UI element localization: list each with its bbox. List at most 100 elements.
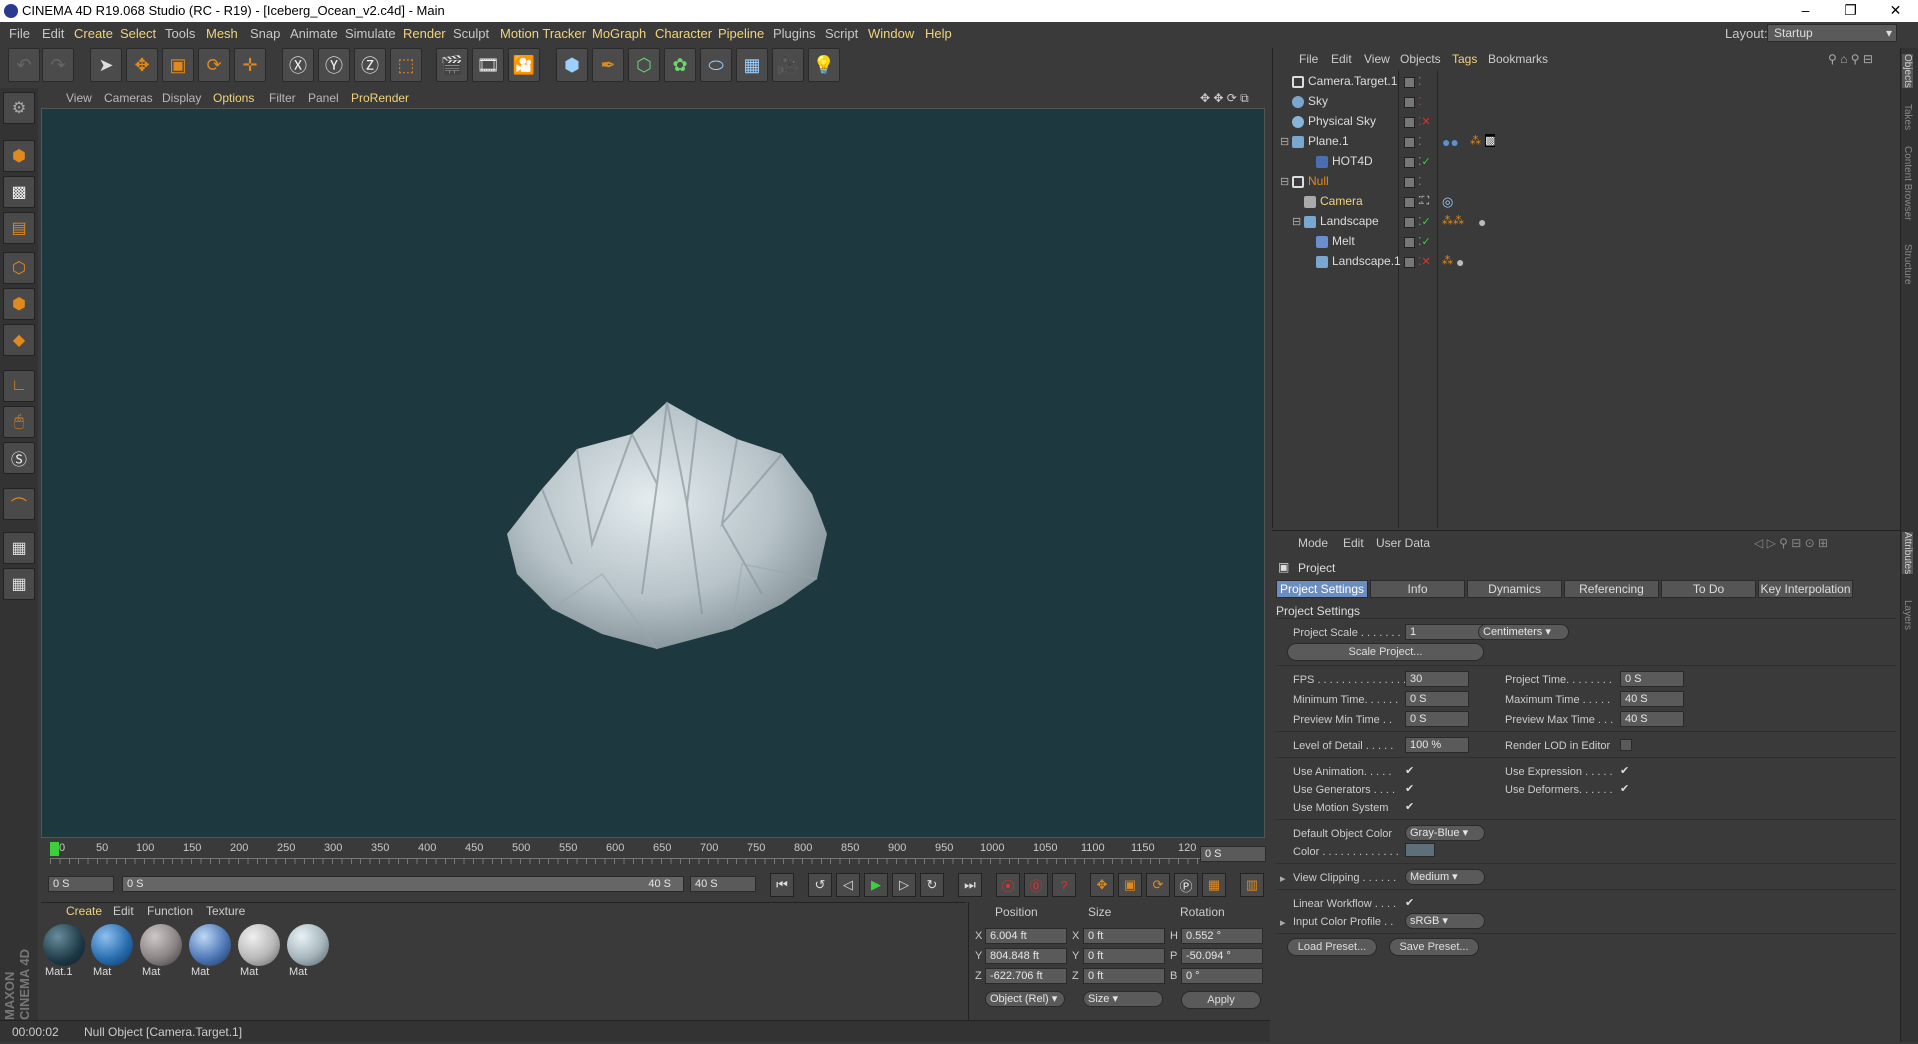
undo-icon[interactable]: ↶ [8,48,40,82]
position-z-field[interactable]: -622.706 ft [985,968,1067,984]
menu-file[interactable]: File [9,26,30,41]
texture-mode-icon[interactable]: ▩ [3,176,35,208]
points-mode-icon[interactable]: ⬡ [3,252,35,284]
coord-mode-select[interactable]: Object (Rel) ▾ [985,991,1065,1007]
object-row[interactable]: Physical Sky ⁚✕ [1280,114,1900,134]
menu-tools[interactable]: Tools [165,26,195,41]
expand-arrow-icon[interactable]: ▸ [1280,872,1286,885]
view-clipping-select[interactable]: Medium ▾ [1405,869,1485,885]
protection-tag-icon[interactable]: ⁚⛶ [1418,194,1429,208]
redo-icon[interactable]: ↷ [42,48,74,82]
search-icon[interactable]: ⚲ ⌂ ⚲ ⊟ [1828,52,1873,66]
pen-icon[interactable]: ✒ [592,48,624,82]
live-selection-icon[interactable]: ✛ [234,48,266,82]
default-color-select[interactable]: Gray-Blue ▾ [1405,825,1485,841]
expand-arrow-icon[interactable]: ▸ [1280,916,1286,929]
mat-menu-create[interactable]: Create [66,904,102,918]
keyframe-selection-icon[interactable]: ? [1052,873,1076,897]
linear-workflow-checkbox[interactable]: ✔ [1405,897,1417,909]
light-icon[interactable]: 💡 [808,48,840,82]
next-frame-icon[interactable]: ▷ [892,873,916,897]
minimize-icon[interactable]: – [1783,0,1828,22]
prev-frame-icon[interactable]: ◁ [836,873,860,897]
vp-menu-prorender[interactable]: ProRender [351,91,409,105]
layer-icon[interactable] [1404,217,1415,228]
timeline-window-icon[interactable]: ▥ [1240,873,1264,897]
playhead[interactable] [50,842,59,856]
menu-window[interactable]: Window [868,26,914,41]
menu-mograph[interactable]: MoGraph [592,26,646,41]
menu-animate[interactable]: Animate [290,26,338,41]
x-axis-icon[interactable]: Ⓧ [282,48,314,82]
vp-menu-cameras[interactable]: Cameras [104,91,153,105]
collapse-icon[interactable]: ⊟ [1292,215,1301,228]
layer-icon[interactable] [1404,77,1415,88]
tab-info[interactable]: Info [1370,580,1465,598]
material-swatch[interactable]: Mat [188,924,232,982]
goto-start-icon[interactable]: ⏮ [770,873,794,897]
tab-key-interpolation[interactable]: Key Interpolation [1758,580,1853,598]
disabled-x-icon[interactable]: ⁚✕ [1418,115,1431,128]
layer-icon[interactable] [1404,97,1415,108]
menu-create[interactable]: Create [74,26,113,41]
size-x-field[interactable]: 0 ft [1083,928,1165,944]
key-parameter-icon[interactable]: Ⓟ [1174,873,1198,897]
menu-plugins[interactable]: Plugins [773,26,816,41]
menu-help[interactable]: Help [925,26,952,41]
planar-workplane-icon[interactable]: ▦ [3,568,35,600]
visibility-dots-icon[interactable]: ⁚ [1418,135,1422,148]
coordinate-system-icon[interactable]: ⬚ [390,48,422,82]
object-row[interactable]: Camera.Target.1 ⁚ [1280,74,1900,94]
rotation-p-field[interactable]: -50.094 ° [1181,948,1263,964]
tab-takes[interactable]: Takes [1902,104,1913,130]
obj-menu-edit[interactable]: Edit [1331,52,1352,66]
texture-tag-icon[interactable]: ⁂ [1470,134,1481,147]
rotation-b-field[interactable]: 0 ° [1181,968,1263,984]
tweak-mode-icon[interactable]: 🖱 [3,406,35,438]
menu-mesh[interactable]: Mesh [206,26,238,41]
tab-dynamics[interactable]: Dynamics [1467,580,1562,598]
preview-range-slider[interactable]: 0 S 40 S [122,876,684,892]
menu-select[interactable]: Select [120,26,156,41]
scale-project-button[interactable]: Scale Project... [1287,643,1484,661]
load-preset-button[interactable]: Load Preset... [1287,938,1377,956]
scale-icon[interactable]: ▣ [162,48,194,82]
layout-select[interactable]: Startup ▾ [1767,24,1897,42]
polygons-mode-icon[interactable]: ◆ [3,324,35,356]
obj-menu-bookmarks[interactable]: Bookmarks [1488,52,1548,66]
material-swatch[interactable]: Mat [286,924,330,982]
rotation-h-field[interactable]: 0.552 ° [1181,928,1263,944]
object-row[interactable]: ⊟ Landscape ⁚✓ ⁂⁂ ● [1280,214,1900,234]
tab-objects[interactable]: Objects [1902,54,1913,88]
locked-workplane-icon[interactable]: ▦ [3,532,35,564]
edges-mode-icon[interactable]: ⬢ [3,288,35,320]
timeline-ruler[interactable]: 0 50 100 150 200 250 300 350 400 450 500… [41,840,1267,872]
attr-menu-user-data[interactable]: User Data [1376,536,1430,550]
preview-min-field[interactable]: 0 S [1405,711,1469,727]
tab-content-browser[interactable]: Content Browser [1902,146,1913,220]
record-icon[interactable]: ⦿ [996,873,1020,897]
position-y-field[interactable]: 804.848 ft [985,948,1067,964]
camera-icon[interactable]: 🎥 [772,48,804,82]
tab-referencing[interactable]: Referencing [1564,580,1659,598]
layer-icon[interactable] [1404,237,1415,248]
obj-menu-objects[interactable]: Objects [1400,52,1441,66]
workplane-icon[interactable]: ▤ [3,212,35,244]
material-swatch[interactable]: Mat [139,924,183,982]
layer-icon[interactable] [1404,117,1415,128]
floor-icon[interactable]: ▦ [736,48,768,82]
deformer-icon[interactable]: ⬭ [700,48,732,82]
object-row[interactable]: Sky ⁚ [1280,94,1900,114]
target-tag-icon[interactable]: ◎ [1442,194,1453,210]
use-animation-checkbox[interactable]: ✔ [1405,765,1417,777]
layer-icon[interactable] [1404,257,1415,268]
collapse-icon[interactable]: ⊟ [1280,135,1289,148]
viewport-3d[interactable] [41,108,1265,838]
make-editable-icon[interactable]: ⚙ [3,92,35,124]
min-time-field[interactable]: 0 S [1405,691,1469,707]
tab-layers[interactable]: Layers [1902,600,1913,630]
max-time-field[interactable]: 40 S [1620,691,1684,707]
material-swatch[interactable]: Mat.1 [42,924,86,982]
tab-structure[interactable]: Structure [1902,244,1913,285]
select-arrow-icon[interactable]: ➤ [90,48,122,82]
